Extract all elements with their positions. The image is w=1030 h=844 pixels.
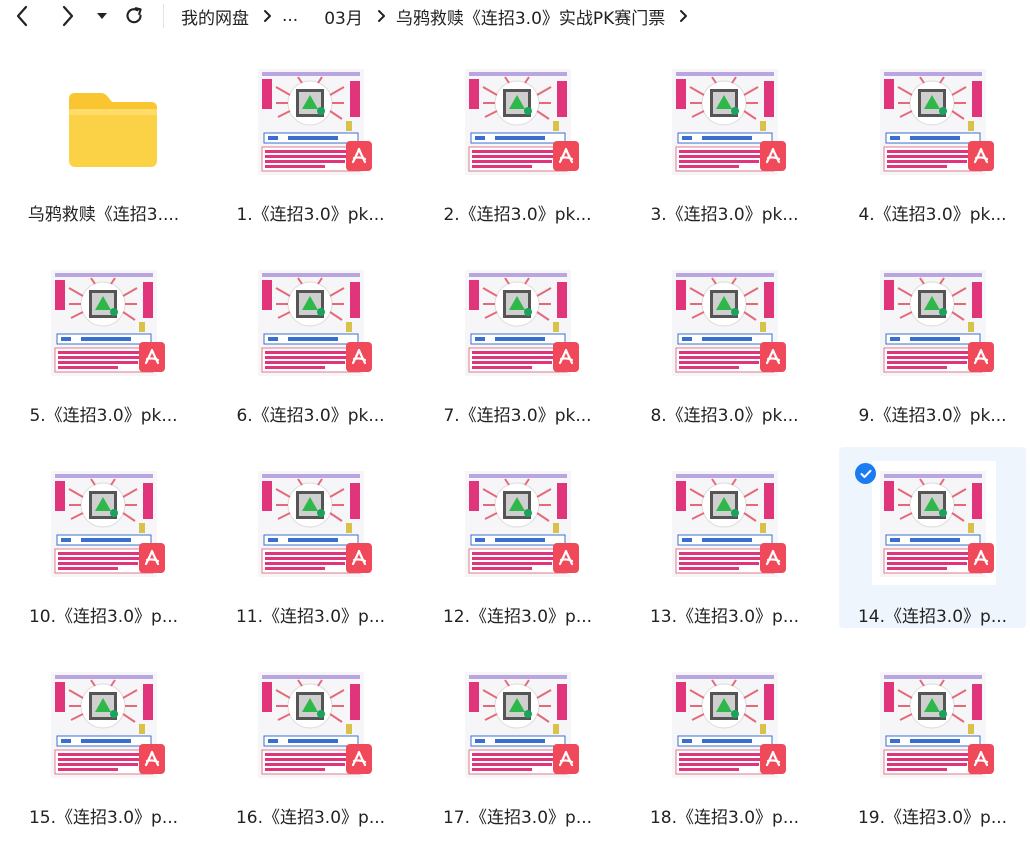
refresh-button[interactable]: [120, 3, 148, 29]
file-thumbnail: [672, 465, 794, 591]
pdf-icon: [968, 744, 994, 774]
pdf-icon: [553, 342, 579, 372]
chevron-left-icon: [15, 5, 29, 27]
file-name: 4.《连招3.0》pk...: [858, 205, 1007, 225]
file-thumbnail: [465, 264, 587, 390]
pdf-icon: [346, 543, 372, 573]
chevron-right-icon: [377, 9, 386, 23]
pdf-icon: [553, 543, 579, 573]
file-item[interactable]: 10.《连招3.0》p...: [10, 447, 197, 628]
pdf-icon: [139, 543, 165, 573]
file-name: 2.《连招3.0》pk...: [443, 205, 592, 225]
file-thumbnail: [465, 666, 587, 792]
file-item[interactable]: 12.《连招3.0》p...: [424, 447, 611, 628]
pdf-icon: [760, 744, 786, 774]
pdf-icon: [346, 141, 372, 171]
file-item[interactable]: 18.《连招3.0》p...: [631, 648, 818, 829]
checkmark-icon[interactable]: [855, 463, 876, 484]
file-item[interactable]: 6.《连招3.0》pk...: [217, 246, 404, 427]
refresh-icon: [124, 6, 144, 26]
pdf-icon: [968, 141, 994, 171]
file-thumbnail: [51, 264, 173, 390]
pdf-icon: [346, 342, 372, 372]
file-thumbnail: [880, 666, 1002, 792]
file-name: 3.《连招3.0》pk...: [650, 205, 799, 225]
file-thumbnail: [465, 465, 587, 591]
file-name: 7.《连招3.0》pk...: [443, 406, 592, 426]
toolbar: 我的网盘 ... 03月 乌鸦救赎《连招3.0》实战PK赛门票: [0, 0, 1030, 32]
file-item[interactable]: 5.《连招3.0》pk...: [10, 246, 197, 427]
file-thumbnail: [672, 666, 794, 792]
file-name: 13.《连招3.0》p...: [649, 607, 800, 627]
file-name: 15.《连招3.0》p...: [28, 808, 179, 828]
folder-item[interactable]: 乌鸦救赎《连招3....: [10, 45, 197, 226]
file-thumbnail: [880, 465, 1002, 591]
breadcrumb: 我的网盘 ... 03月 乌鸦救赎《连招3.0》实战PK赛门票: [181, 0, 698, 32]
file-item[interactable]: 2.《连招3.0》pk...: [424, 45, 611, 226]
caret-down-icon: [96, 11, 108, 21]
file-item[interactable]: 16.《连招3.0》p...: [217, 648, 404, 829]
breadcrumb-root[interactable]: 我的网盘: [181, 4, 249, 29]
toolbar-divider: [163, 4, 164, 28]
file-thumbnail: [465, 63, 587, 189]
file-name: 18.《连招3.0》p...: [649, 808, 800, 828]
file-name: 9.《连招3.0》pk...: [858, 406, 1007, 426]
folder-icon: [69, 93, 157, 167]
file-thumbnail: [672, 63, 794, 189]
forward-button[interactable]: [54, 3, 82, 29]
pdf-icon: [553, 744, 579, 774]
file-thumbnail: [880, 264, 1002, 390]
pdf-icon: [760, 543, 786, 573]
chevron-right-icon: [263, 9, 272, 23]
file-item[interactable]: 14.《连招3.0》p...: [839, 447, 1026, 628]
file-item[interactable]: 9.《连招3.0》pk...: [839, 246, 1026, 427]
file-item[interactable]: 19.《连招3.0》p...: [839, 648, 1026, 829]
pdf-icon: [760, 342, 786, 372]
chevron-right-icon: [61, 5, 75, 27]
file-name: 19.《连招3.0》p...: [857, 808, 1008, 828]
file-thumbnail: [51, 666, 173, 792]
file-thumbnail: [258, 63, 380, 189]
file-item[interactable]: 13.《连招3.0》p...: [631, 447, 818, 628]
file-name: 10.《连招3.0》p...: [28, 607, 179, 627]
file-thumbnail: [51, 465, 173, 591]
pdf-icon: [139, 744, 165, 774]
pdf-icon: [968, 543, 994, 573]
pdf-icon: [346, 744, 372, 774]
pdf-icon: [553, 141, 579, 171]
file-item[interactable]: 3.《连招3.0》pk...: [631, 45, 818, 226]
file-item[interactable]: 15.《连招3.0》p...: [10, 648, 197, 829]
pdf-icon: [760, 141, 786, 171]
file-thumbnail: [258, 666, 380, 792]
file-name: 8.《连招3.0》pk...: [650, 406, 799, 426]
breadcrumb-parent[interactable]: 03月: [324, 4, 363, 29]
file-thumbnail: [672, 264, 794, 390]
file-thumbnail: [880, 63, 1002, 189]
file-name: 12.《连招3.0》p...: [442, 607, 593, 627]
file-name: 5.《连招3.0》pk...: [29, 406, 178, 426]
file-name: 11.《连招3.0》p...: [235, 607, 386, 627]
pdf-icon: [139, 342, 165, 372]
file-grid: 乌鸦救赎《连招3.... 1.《连招3.0》pk... 2.《连招3.0》pk...…: [0, 44, 1030, 844]
file-thumbnail: [258, 465, 380, 591]
breadcrumb-current[interactable]: 乌鸦救赎《连招3.0》实战PK赛门票: [396, 4, 665, 29]
file-item[interactable]: 17.《连招3.0》p...: [424, 648, 611, 829]
file-name: 17.《连招3.0》p...: [442, 808, 593, 828]
pdf-icon: [968, 342, 994, 372]
breadcrumb-ellipsis[interactable]: ...: [282, 6, 298, 26]
file-item[interactable]: 7.《连招3.0》pk...: [424, 246, 611, 427]
file-name: 14.《连招3.0》p...: [857, 607, 1008, 627]
history-dropdown-button[interactable]: [90, 3, 114, 29]
file-thumbnail: [258, 264, 380, 390]
back-button[interactable]: [8, 3, 36, 29]
chevron-right-icon: [679, 9, 688, 23]
file-name: 16.《连招3.0》p...: [235, 808, 386, 828]
file-item[interactable]: 11.《连招3.0》p...: [217, 447, 404, 628]
file-item[interactable]: 8.《连招3.0》pk...: [631, 246, 818, 427]
file-name: 6.《连招3.0》pk...: [236, 406, 385, 426]
file-name: 1.《连招3.0》pk...: [236, 205, 385, 225]
file-item[interactable]: 1.《连招3.0》pk...: [217, 45, 404, 226]
file-name: 乌鸦救赎《连招3....: [27, 205, 180, 225]
file-item[interactable]: 4.《连招3.0》pk...: [839, 45, 1026, 226]
